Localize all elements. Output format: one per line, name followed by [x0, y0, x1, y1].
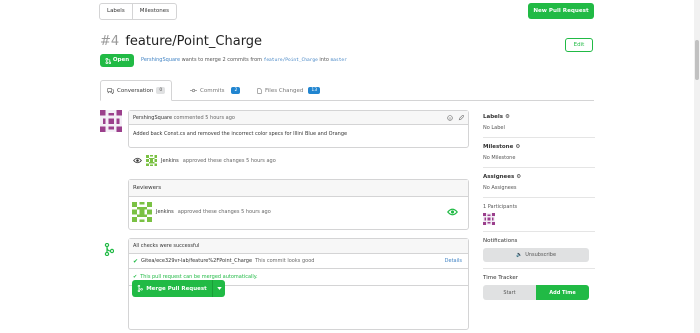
pr-number: #4 — [100, 34, 120, 49]
milestone-heading[interactable]: Milestone ⚙ — [483, 144, 595, 150]
scrollbar-thumb[interactable] — [695, 40, 699, 80]
participants-count: 1 Participants — [483, 204, 518, 210]
tab-conversation[interactable]: Conversation 0 — [100, 80, 173, 101]
merge-text: wants to merge 2 commits from — [181, 57, 263, 63]
edit-button[interactable]: Edit — [565, 38, 593, 52]
reviewers-box: Reviewers Jenkins approved these changes… — [128, 179, 469, 230]
approved-eye-icon — [447, 208, 458, 216]
edit-icon[interactable] — [458, 114, 464, 121]
file-diff-icon — [257, 87, 262, 94]
tab-files-changed[interactable]: Files Changed 13 — [257, 80, 321, 101]
chevron-down-icon — [216, 287, 222, 290]
tab-commits[interactable]: Commits 2 — [190, 80, 241, 101]
assignees-title: Assignees — [483, 174, 515, 180]
labels-heading[interactable]: Labels ⚙ — [483, 114, 595, 120]
event-text: approved these changes 5 hours ago — [182, 157, 276, 164]
merge-description: PershingSquare wants to merge 2 commits … — [141, 57, 347, 63]
reviewer-text: approved these changes 5 hours ago — [177, 209, 271, 215]
gear-icon[interactable]: ⚙ — [516, 174, 521, 180]
comment-meta: commented 5 hours ago — [173, 114, 235, 121]
tab-commits-label: Commits — [200, 87, 225, 94]
divider — [483, 231, 595, 232]
comments-icon — [107, 87, 114, 94]
time-tracker-buttons: Start Add Time — [483, 285, 589, 300]
comment-body: Added back Const.cs and removed the inco… — [133, 131, 348, 137]
milestones-button[interactable]: Milestones — [131, 4, 176, 19]
author-link[interactable]: PershingSquare — [141, 57, 180, 63]
status-badge: Open — [100, 54, 134, 67]
add-time-button[interactable]: Add Time — [536, 285, 589, 300]
divider — [483, 137, 595, 138]
pr-title: feature/Point_Charge — [125, 34, 263, 49]
jenkins-avatar[interactable] — [146, 155, 157, 166]
check-row: ✔ Gitea/ece329vr-lab/feature%2FPoint_Cha… — [129, 254, 468, 269]
check-icon: ✔ — [133, 257, 139, 265]
sidebar: Labels ⚙ No Label Milestone ⚙ No Milestone… — [483, 114, 595, 300]
into-text: into — [319, 57, 329, 63]
new-pull-request-button[interactable]: New Pull Request — [528, 3, 594, 19]
eye-icon — [133, 157, 142, 164]
merge-box: All checks were successful ✔ Gitea/ece32… — [128, 238, 469, 330]
labels-milestones-group: Labels Milestones — [99, 3, 178, 20]
time-tracker-title: Time Tracker — [483, 275, 519, 281]
approval-event: Jenkins approved these changes 5 hours a… — [133, 155, 276, 166]
reviewer-name[interactable]: Jenkins — [156, 209, 174, 215]
unsubscribe-button[interactable]: 🔈 Unsubscribe — [483, 248, 589, 262]
jenkins-avatar[interactable] — [132, 202, 152, 222]
reaction-icon[interactable] — [447, 114, 453, 121]
tab-files-label: Files Changed — [265, 87, 304, 94]
checks-header: All checks were successful — [129, 239, 468, 254]
merge-icon — [137, 285, 144, 292]
milestone-value: No Milestone — [483, 155, 516, 161]
page-title: #4 feature/Point_Charge — [100, 34, 262, 49]
status-label: Open — [112, 57, 130, 63]
comment-box: PershingSquare commented 5 hours ago Add… — [128, 110, 469, 148]
reviewers-title: Reviewers — [129, 180, 468, 197]
mute-icon: 🔈 — [515, 252, 523, 258]
labels-button[interactable]: Labels — [100, 4, 132, 19]
base-branch[interactable]: master — [331, 58, 347, 63]
avatar[interactable] — [100, 110, 122, 132]
gear-icon[interactable]: ⚙ — [505, 114, 510, 120]
merge-icon — [104, 243, 114, 256]
labels-value: No Label — [483, 125, 505, 131]
files-count: 13 — [308, 87, 321, 94]
head-branch[interactable]: feature/Point_Charge — [264, 58, 318, 63]
comment-author[interactable]: PershingSquare — [133, 115, 172, 121]
gear-icon[interactable]: ⚙ — [515, 144, 520, 150]
assignees-value: No Assignees — [483, 185, 517, 191]
commits-count: 2 — [231, 87, 241, 94]
start-timer-button[interactable]: Start — [483, 285, 536, 300]
unsubscribe-label: Unsubscribe — [525, 252, 557, 258]
merge-options-dropdown[interactable] — [212, 280, 225, 297]
comment-header: PershingSquare commented 5 hours ago — [129, 111, 468, 125]
notifications-title: Notifications — [483, 238, 518, 244]
merge-button-label: Merge Pull Request — [146, 285, 207, 292]
commit-icon — [190, 88, 197, 93]
check-description: This commit looks good — [255, 258, 315, 264]
merge-pull-request-button[interactable]: Merge Pull Request — [132, 280, 225, 297]
conversation-count: 0 — [156, 87, 166, 94]
pull-request-icon — [105, 57, 111, 64]
milestone-title: Milestone — [483, 144, 514, 150]
participant-avatar[interactable] — [483, 213, 495, 225]
reviewer-row: Jenkins approved these changes 5 hours a… — [129, 197, 468, 227]
divider — [483, 268, 595, 269]
divider — [483, 167, 595, 168]
event-user[interactable]: Jenkins — [161, 158, 179, 164]
check-context: Gitea/ece329vr-lab/feature%2FPoint_Charg… — [141, 258, 253, 264]
tab-conversation-label: Conversation — [117, 87, 154, 94]
details-link[interactable]: Details — [445, 258, 462, 264]
labels-title: Labels — [483, 114, 504, 120]
divider — [483, 197, 595, 198]
assignees-heading[interactable]: Assignees ⚙ — [483, 174, 595, 180]
tab-bar: Conversation 0 Commits 2 Files Changed 1… — [100, 80, 594, 101]
